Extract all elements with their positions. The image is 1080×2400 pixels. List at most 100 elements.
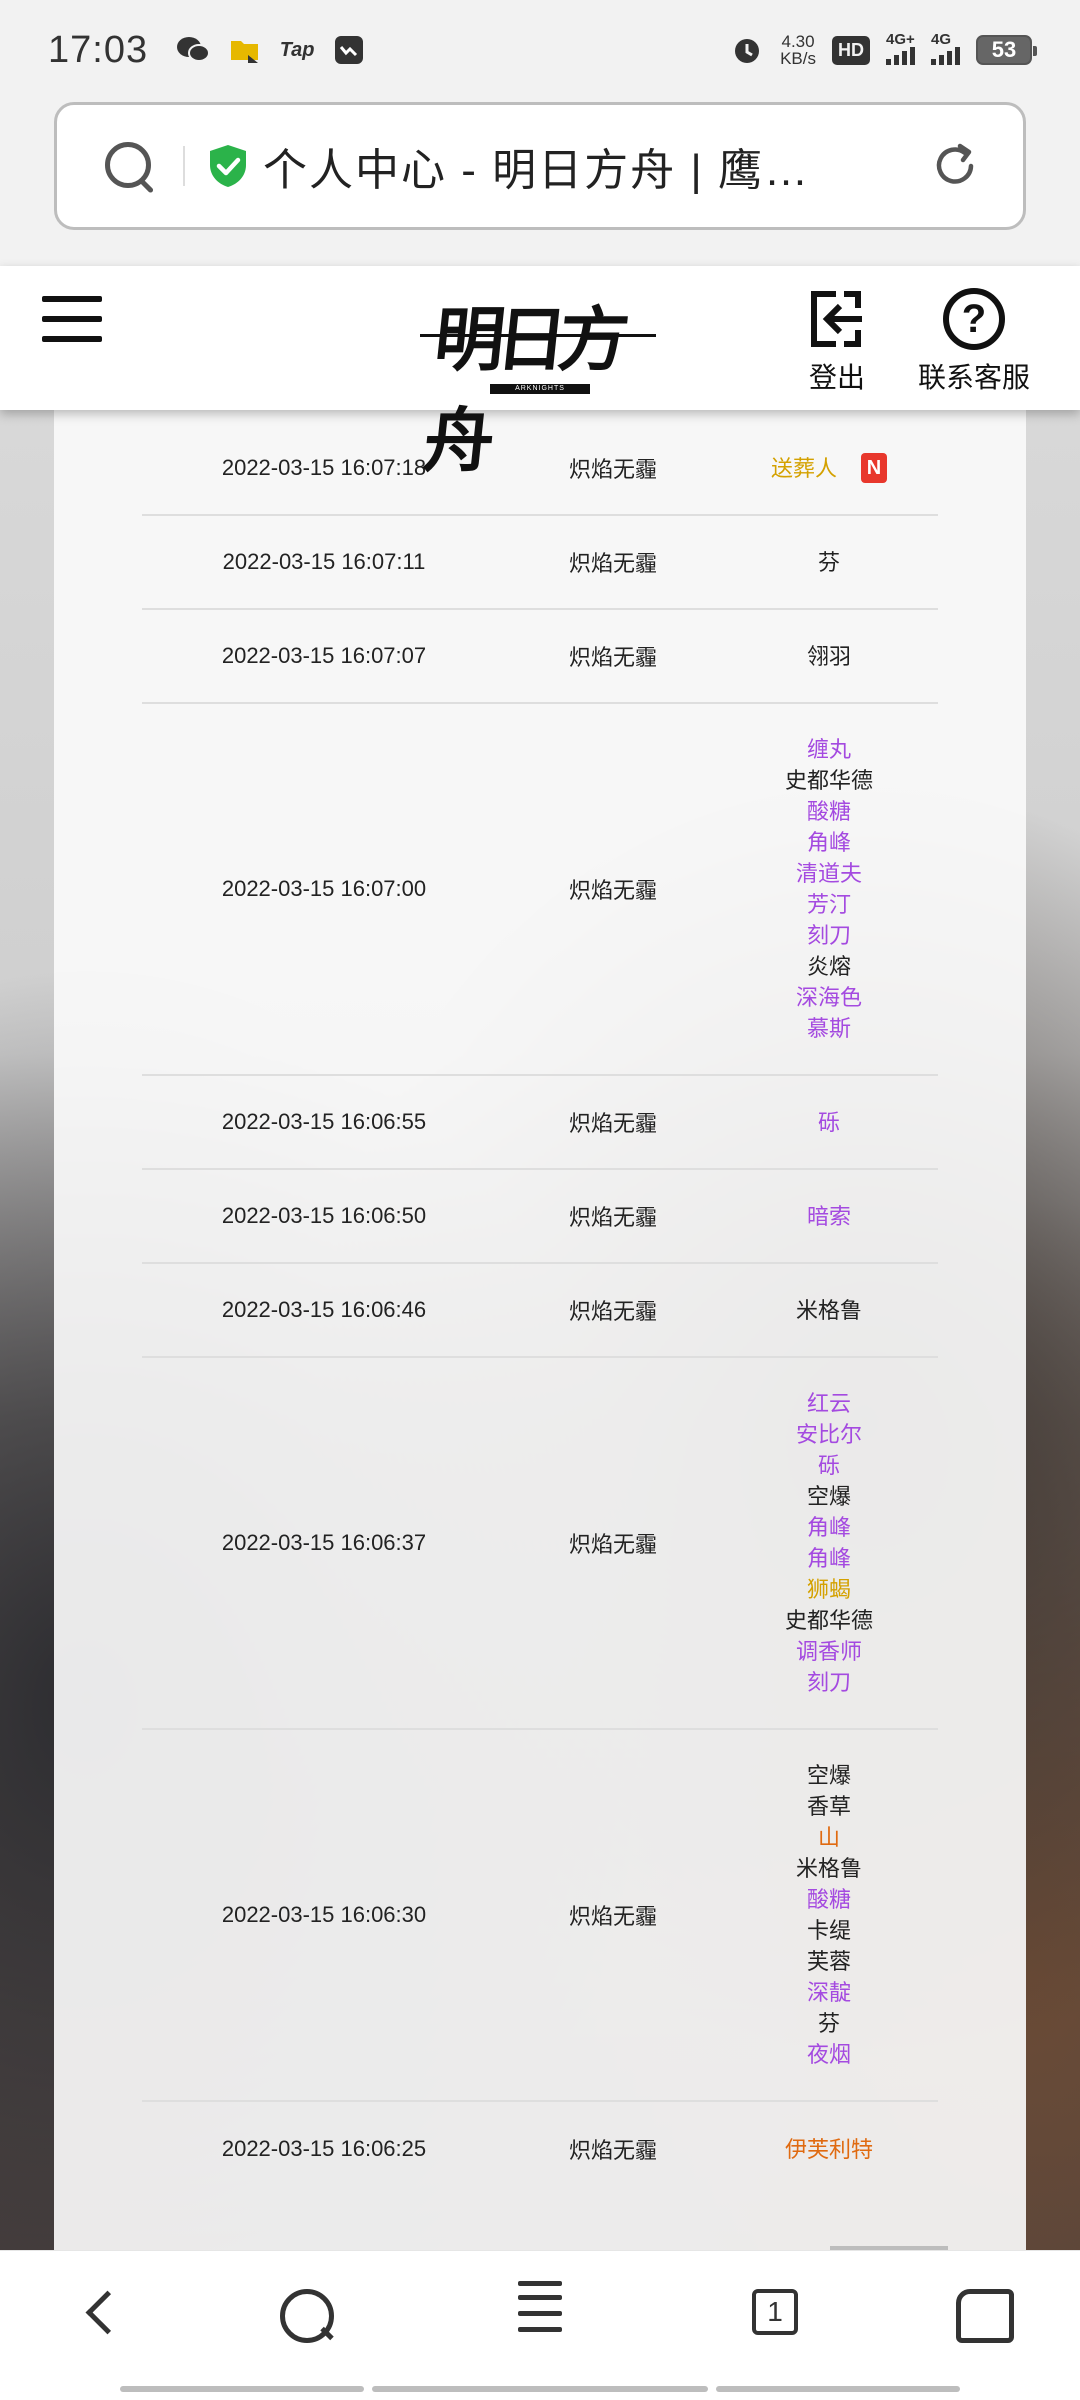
search-icon[interactable] bbox=[264, 2273, 344, 2353]
signal-2-icon: 4G bbox=[931, 31, 960, 65]
operator-name: 芬 bbox=[818, 2008, 840, 2039]
operator-name-text: 卡缇 bbox=[806, 1918, 851, 1943]
gesture-bar bbox=[0, 2386, 1080, 2394]
net-speed-unit: KB/s bbox=[780, 49, 816, 68]
pull-time: 2022-03-15 16:06:55 bbox=[221, 1109, 427, 1134]
customer-service-label: 联系客服 bbox=[918, 362, 1031, 393]
operator-list: 缠丸史都华德酸糖角峰清道夫芳汀刻刀炎熔深海色慕斯 bbox=[720, 734, 938, 1044]
search-icon[interactable] bbox=[99, 136, 159, 196]
divider bbox=[183, 146, 185, 186]
hd-badge: HD bbox=[832, 35, 870, 65]
browser-bottom-nav: 1 bbox=[0, 2250, 1080, 2400]
gacha-record-table: 2022-03-15 16:07:18 炽焰无霾 送葬人 N 2022-03-15 16… bbox=[142, 410, 938, 2196]
logout-button[interactable]: 登出 bbox=[806, 288, 868, 396]
operator-name-text: 深海色 bbox=[795, 985, 862, 1010]
operator-name: 芳汀 bbox=[807, 889, 851, 920]
page-content[interactable]: 2022-03-15 16:07:18 炽焰无霾 送葬人 N 2022-03-15 16… bbox=[0, 410, 1080, 2250]
status-right: 4.30 KB/s HD 4G+ 4G 53 bbox=[730, 31, 1037, 68]
operator-list: 暗索 bbox=[720, 1201, 938, 1232]
operator-name-text: 清道夫 bbox=[795, 861, 862, 886]
status-bar: 17:03 Tap 4.30 KB/s HD 4G+ 4G 53 bbox=[0, 0, 1080, 100]
operator-name: 狮蝎 bbox=[807, 1574, 851, 1605]
alarm-icon bbox=[730, 35, 764, 65]
operator-name-text: 酸糖 bbox=[806, 1887, 851, 1912]
page-title[interactable]: 个人中心 - 明日方舟 | 鹰… bbox=[263, 134, 927, 198]
banner-name: 炽焰无霾 bbox=[568, 1111, 657, 1136]
site-header: 明日方舟 ARKNIGHTS 登出 ? 联系客服 bbox=[0, 266, 1080, 482]
operator-name: 酸糖 bbox=[807, 1884, 851, 1915]
operator-name-text: 刻刀 bbox=[806, 1670, 851, 1695]
operator-name-text: 米格鲁 bbox=[795, 1297, 862, 1323]
customer-service-button[interactable]: ? 联系客服 bbox=[918, 288, 1030, 396]
notification-dot bbox=[518, 2281, 562, 2286]
operator-name-text: 安比尔 bbox=[795, 1422, 862, 1447]
banner-name: 炽焰无霾 bbox=[568, 645, 657, 670]
table-row: 2022-03-15 16:06:37 炽焰无霾 红云 安比尔砾空爆 角峰 角峰 狮蝎 史都华… bbox=[142, 1358, 938, 1730]
pull-time: 2022-03-15 16:07:07 bbox=[221, 643, 427, 668]
operator-name: 空爆 bbox=[807, 1760, 851, 1791]
table-row: 2022-03-15 16:07:07 炽焰无霾 翎羽 bbox=[142, 610, 938, 704]
gacha-record-panel: 2022-03-15 16:07:18 炽焰无霾 送葬人 N 2022-03-15 16… bbox=[54, 410, 1026, 2250]
operator-name-text: 芳汀 bbox=[806, 892, 851, 917]
operator-name: 刻刀 bbox=[807, 1667, 851, 1698]
message-icon bbox=[332, 35, 366, 65]
address-bar[interactable]: 个人中心 - 明日方舟 | 鹰… bbox=[54, 102, 1026, 230]
operator-name-text: 暗索 bbox=[806, 1203, 851, 1229]
operator-name-text: 空爆 bbox=[806, 1484, 851, 1509]
home-icon[interactable] bbox=[940, 2273, 1020, 2353]
shield-check-icon bbox=[210, 145, 246, 187]
operator-name: 夜烟 bbox=[807, 2039, 851, 2070]
table-row: 2022-03-15 16:06:25 炽焰无霾 伊芙利特 bbox=[142, 2102, 938, 2196]
back-icon[interactable] bbox=[62, 2273, 142, 2353]
operator-name-text: 狮蝎 bbox=[806, 1577, 851, 1602]
operator-name: 暗索 bbox=[807, 1201, 851, 1232]
pull-time: 2022-03-15 16:06:50 bbox=[221, 1203, 427, 1228]
operator-name: 米格鲁 bbox=[796, 1853, 862, 1884]
operator-list: 芬 bbox=[720, 547, 938, 578]
table-row: 2022-03-15 16:07:00 炽焰无霾 缠丸 史都华德 酸糖 角峰 清道夫 芳汀 刻刀… bbox=[142, 704, 938, 1076]
signal-2-label: 4G bbox=[931, 31, 952, 48]
operator-name: 清道夫 bbox=[796, 858, 862, 889]
operator-name-text: 翎羽 bbox=[806, 643, 851, 669]
operator-name: 慕斯 bbox=[807, 1013, 851, 1044]
operator-name-text: 角峰 bbox=[806, 1546, 851, 1571]
operator-name: 角峰 bbox=[807, 827, 851, 858]
banner-name: 炽焰无霾 bbox=[568, 1205, 657, 1230]
operator-name: 史都华德 bbox=[785, 765, 873, 796]
operator-name-text: 角峰 bbox=[806, 1515, 851, 1540]
screen: 17:03 Tap 4.30 KB/s HD 4G+ 4G 53 个人中心 - … bbox=[0, 0, 1080, 2400]
operator-name-text: 空爆 bbox=[806, 1763, 851, 1788]
menu-icon[interactable] bbox=[500, 2273, 580, 2353]
operator-list: 红云 安比尔砾空爆 角峰 角峰 狮蝎 史都华德 调香师 刻刀 bbox=[720, 1388, 938, 1698]
help-icon: ? bbox=[943, 288, 1005, 350]
files-icon bbox=[228, 35, 262, 65]
table-row: 2022-03-15 16:06:55 炽焰无霾 砾 bbox=[142, 1076, 938, 1170]
pull-time: 2022-03-15 16:07:11 bbox=[222, 549, 426, 574]
logout-label: 登出 bbox=[808, 362, 865, 393]
operator-name: 香草 bbox=[807, 1791, 851, 1822]
operator-name: 炎熔 bbox=[807, 951, 851, 982]
table-row: 2022-03-15 16:06:50 炽焰无霾 暗索 bbox=[142, 1170, 938, 1264]
pull-time: 2022-03-15 16:07:00 bbox=[221, 876, 427, 901]
signal-1-icon: 4G+ bbox=[886, 31, 915, 65]
banner-name: 炽焰无霾 bbox=[568, 1904, 657, 1929]
operator-list: 翎羽 bbox=[720, 641, 938, 672]
operator-name: 送葬人 N bbox=[771, 453, 887, 484]
operator-name-text: 红云 bbox=[806, 1391, 851, 1416]
operator-name: 史都华德 bbox=[785, 1605, 873, 1636]
operator-name: 角峰 bbox=[807, 1543, 851, 1574]
operator-name-text: 刻刀 bbox=[806, 923, 851, 948]
operator-name-text: 芬 bbox=[817, 2011, 840, 2036]
operator-name-text: 酸糖 bbox=[806, 799, 851, 824]
hamburger-menu-icon[interactable] bbox=[42, 296, 102, 344]
operator-name: 山 bbox=[818, 1822, 840, 1853]
operator-name-text: 缠丸 bbox=[806, 737, 851, 762]
operator-name: 红云 bbox=[807, 1388, 851, 1419]
operator-name-text: 香草 bbox=[806, 1794, 851, 1819]
reload-icon[interactable] bbox=[927, 138, 983, 194]
site-logo[interactable]: 明日方舟 ARKNIGHTS bbox=[420, 284, 660, 482]
operator-name-text: 夜烟 bbox=[806, 2042, 851, 2067]
tabs-button[interactable]: 1 bbox=[736, 2273, 816, 2353]
banner-name: 炽焰无霾 bbox=[568, 1532, 657, 1557]
operator-name: 米格鲁 bbox=[796, 1295, 862, 1326]
